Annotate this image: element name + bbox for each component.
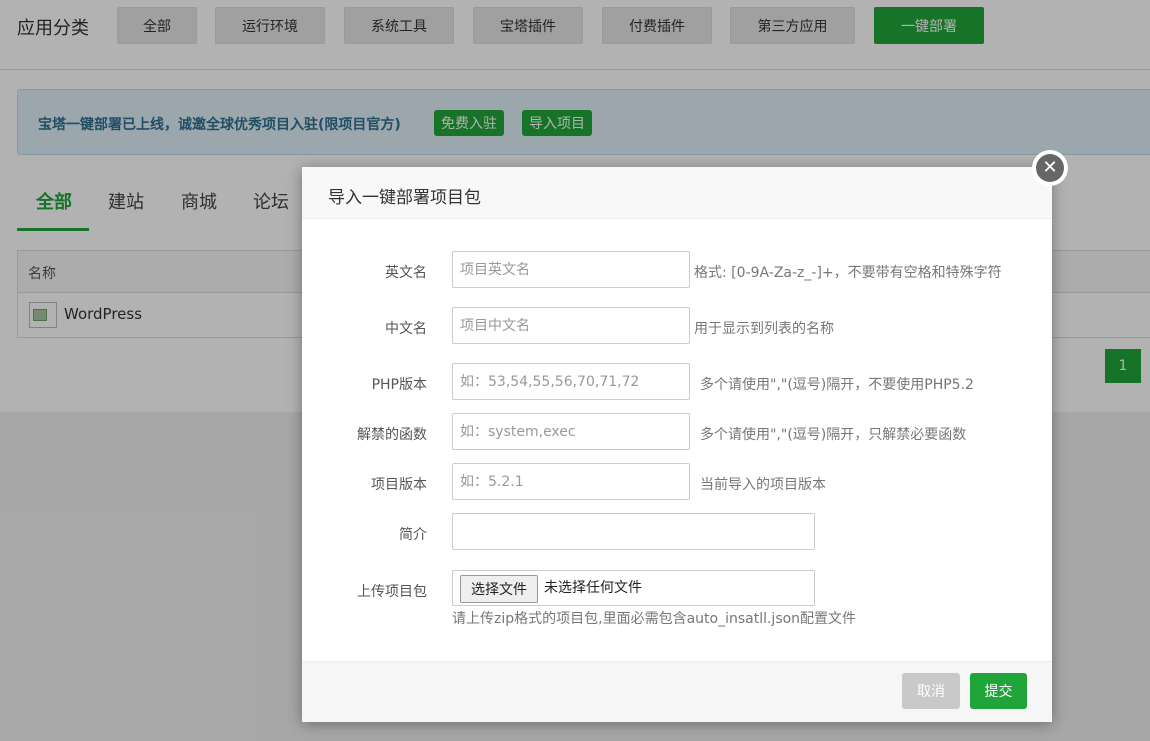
- cn-name-input[interactable]: [452, 307, 690, 344]
- project-version-input[interactable]: [452, 463, 690, 500]
- import-project-dialog: 导入一键部署项目包 ✕ 英文名 格式: [0-9A-Za-z_-]+，不要带有空…: [302, 150, 1068, 722]
- cancel-button[interactable]: 取消: [902, 673, 960, 709]
- intro-label: 简介: [399, 527, 427, 543]
- dialog-footer: 取消 提交: [302, 661, 1052, 722]
- cn-name-hint: 用于显示到列表的名称: [694, 321, 834, 337]
- en-name-input[interactable]: [452, 251, 690, 288]
- unban-functions-input[interactable]: [452, 413, 690, 450]
- close-button[interactable]: ✕: [1032, 150, 1068, 186]
- file-status-text: 未选择任何文件: [544, 580, 642, 596]
- unban-functions-hint: 多个请使用","(逗号)隔开，只解禁必要函数: [700, 427, 967, 443]
- project-version-hint: 当前导入的项目版本: [700, 477, 826, 493]
- project-version-label: 项目版本: [371, 477, 427, 493]
- choose-file-button[interactable]: 选择文件: [460, 575, 538, 603]
- submit-button[interactable]: 提交: [970, 673, 1027, 709]
- upload-hint: 请上传zip格式的项目包,里面必需包含auto_insatll.json配置文件: [452, 611, 857, 627]
- cn-name-label: 中文名: [385, 321, 427, 337]
- dialog-title: 导入一键部署项目包: [328, 188, 481, 208]
- php-version-input[interactable]: [452, 363, 690, 400]
- file-upload-field[interactable]: 选择文件 未选择任何文件: [452, 570, 815, 606]
- upload-label: 上传项目包: [357, 584, 427, 600]
- unban-functions-label: 解禁的函数: [357, 427, 427, 443]
- php-version-hint: 多个请使用","(逗号)隔开，不要使用PHP5.2: [700, 377, 974, 393]
- close-icon: ✕: [1036, 154, 1064, 182]
- intro-input[interactable]: [452, 513, 815, 550]
- php-version-label: PHP版本: [371, 377, 427, 393]
- dialog-header: 导入一键部署项目包: [302, 167, 1052, 219]
- en-name-label: 英文名: [385, 265, 427, 281]
- en-name-hint: 格式: [0-9A-Za-z_-]+，不要带有空格和特殊字符: [694, 265, 1002, 281]
